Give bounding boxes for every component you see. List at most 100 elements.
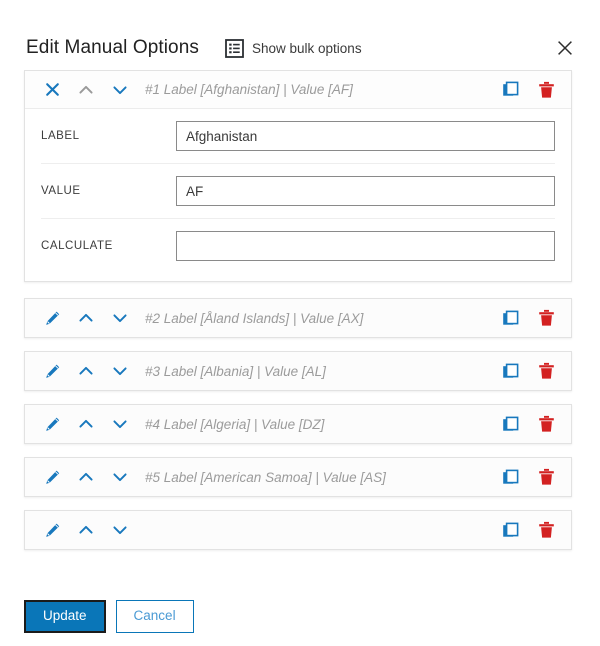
option-card: #2 Label [Åland Islands] | Value [AX]	[24, 298, 572, 338]
list-table-icon	[225, 38, 244, 58]
chevron-up-icon	[77, 362, 95, 380]
chevron-up-icon	[77, 415, 95, 433]
field-label: VALUE	[41, 185, 81, 197]
edit-option-button[interactable]	[39, 411, 65, 437]
trash-icon	[538, 415, 555, 433]
chevron-up-icon	[77, 81, 95, 99]
option-row-actions	[497, 358, 559, 384]
move-option-up-button[interactable]	[73, 305, 99, 331]
option-card	[24, 510, 572, 550]
copy-icon	[502, 469, 519, 486]
option-row-actions	[497, 77, 559, 103]
chevron-up-icon	[77, 309, 95, 327]
option-card-header[interactable]: #3 Label [Albania] | Value [AL]	[25, 352, 571, 390]
option-card-header[interactable]	[25, 511, 571, 549]
option-card: #4 Label [Algeria] | Value [DZ]	[24, 404, 572, 444]
close-dialog-button[interactable]	[552, 35, 578, 61]
move-option-down-button[interactable]	[107, 411, 133, 437]
trash-icon	[538, 309, 555, 327]
copy-icon	[502, 310, 519, 327]
option-card: #1 Label [Afghanistan] | Value [AF] LABEL…	[24, 70, 572, 282]
delete-option-button[interactable]	[533, 517, 559, 543]
options-list[interactable]: #1 Label [Afghanistan] | Value [AF] LABEL…	[0, 70, 600, 586]
option-card: #5 Label [American Samoa] | Value [AS]	[24, 457, 572, 497]
chevron-down-icon	[111, 81, 129, 99]
duplicate-option-button[interactable]	[497, 77, 523, 103]
chevron-down-icon	[111, 521, 129, 539]
calculate-input[interactable]	[176, 231, 555, 261]
delete-option-button[interactable]	[533, 358, 559, 384]
form-row: CALCULATE	[41, 219, 555, 263]
move-option-down-button[interactable]	[107, 305, 133, 331]
delete-option-button[interactable]	[533, 464, 559, 490]
delete-option-button[interactable]	[533, 305, 559, 331]
option-card-header[interactable]: #1 Label [Afghanistan] | Value [AF]	[25, 71, 571, 109]
move-option-down-button[interactable]	[107, 358, 133, 384]
edit-option-button[interactable]	[39, 517, 65, 543]
copy-icon	[502, 416, 519, 433]
form-row: LABEL	[41, 109, 555, 164]
show-bulk-options-button[interactable]: Show bulk options	[225, 38, 362, 58]
move-option-up-button[interactable]	[73, 411, 99, 437]
collapse-option-button[interactable]	[39, 77, 65, 103]
copy-icon	[502, 522, 519, 539]
edit-option-button[interactable]	[39, 305, 65, 331]
label-input[interactable]	[176, 121, 555, 151]
show-bulk-options-label: Show bulk options	[252, 40, 362, 56]
option-card-header[interactable]: #4 Label [Algeria] | Value [DZ]	[25, 405, 571, 443]
delete-option-button[interactable]	[533, 77, 559, 103]
pencil-icon	[43, 521, 62, 540]
option-summary-text: #3 Label [Albania] | Value [AL]	[145, 363, 326, 379]
chevron-up-icon	[77, 521, 95, 539]
chevron-down-icon	[111, 468, 129, 486]
duplicate-option-button[interactable]	[497, 358, 523, 384]
option-row-actions	[497, 464, 559, 490]
option-card: #3 Label [Albania] | Value [AL]	[24, 351, 572, 391]
edit-option-button[interactable]	[39, 464, 65, 490]
field-label: CALCULATE	[41, 240, 113, 252]
copy-icon	[502, 81, 519, 98]
duplicate-option-button[interactable]	[497, 411, 523, 437]
option-row-actions	[497, 411, 559, 437]
edit-option-button[interactable]	[39, 358, 65, 384]
chevron-up-icon	[77, 468, 95, 486]
value-input[interactable]	[176, 176, 555, 206]
move-option-up-button	[73, 77, 99, 103]
duplicate-option-button[interactable]	[497, 517, 523, 543]
option-row-actions	[497, 517, 559, 543]
trash-icon	[538, 521, 555, 539]
dialog-header: Edit Manual Options Show bulk options	[0, 0, 600, 70]
move-option-down-button[interactable]	[107, 464, 133, 490]
move-option-up-button[interactable]	[73, 517, 99, 543]
duplicate-option-button[interactable]	[497, 305, 523, 331]
trash-icon	[538, 468, 555, 486]
edit-manual-options-dialog: Edit Manual Options Show bulk options #1…	[0, 0, 600, 646]
option-card-header[interactable]: #2 Label [Åland Islands] | Value [AX]	[25, 299, 571, 337]
duplicate-option-button[interactable]	[497, 464, 523, 490]
delete-option-button[interactable]	[533, 411, 559, 437]
trash-icon	[538, 81, 555, 99]
option-summary-text: #4 Label [Algeria] | Value [DZ]	[145, 416, 325, 432]
option-summary-text: #5 Label [American Samoa] | Value [AS]	[145, 469, 386, 485]
pencil-icon	[43, 309, 62, 328]
option-summary-text: #2 Label [Åland Islands] | Value [AX]	[145, 310, 364, 326]
trash-icon	[538, 362, 555, 380]
field-label: LABEL	[41, 130, 80, 142]
pencil-icon	[43, 415, 62, 434]
move-option-down-button[interactable]	[107, 517, 133, 543]
update-button[interactable]: Update	[24, 599, 106, 633]
option-summary-text: #1 Label [Afghanistan] | Value [AF]	[145, 82, 353, 97]
move-option-down-button[interactable]	[107, 77, 133, 103]
chevron-down-icon	[111, 362, 129, 380]
move-option-up-button[interactable]	[73, 358, 99, 384]
dialog-footer: Update Cancel	[0, 586, 600, 646]
option-card-header[interactable]: #5 Label [American Samoa] | Value [AS]	[25, 458, 571, 496]
close-icon	[44, 81, 61, 98]
move-option-up-button[interactable]	[73, 464, 99, 490]
option-card-body: LABEL VALUE CALCULATE	[25, 109, 571, 281]
option-row-actions	[497, 305, 559, 331]
form-row: VALUE	[41, 164, 555, 219]
chevron-down-icon	[111, 309, 129, 327]
cancel-button[interactable]: Cancel	[115, 599, 194, 633]
copy-icon	[502, 363, 519, 380]
